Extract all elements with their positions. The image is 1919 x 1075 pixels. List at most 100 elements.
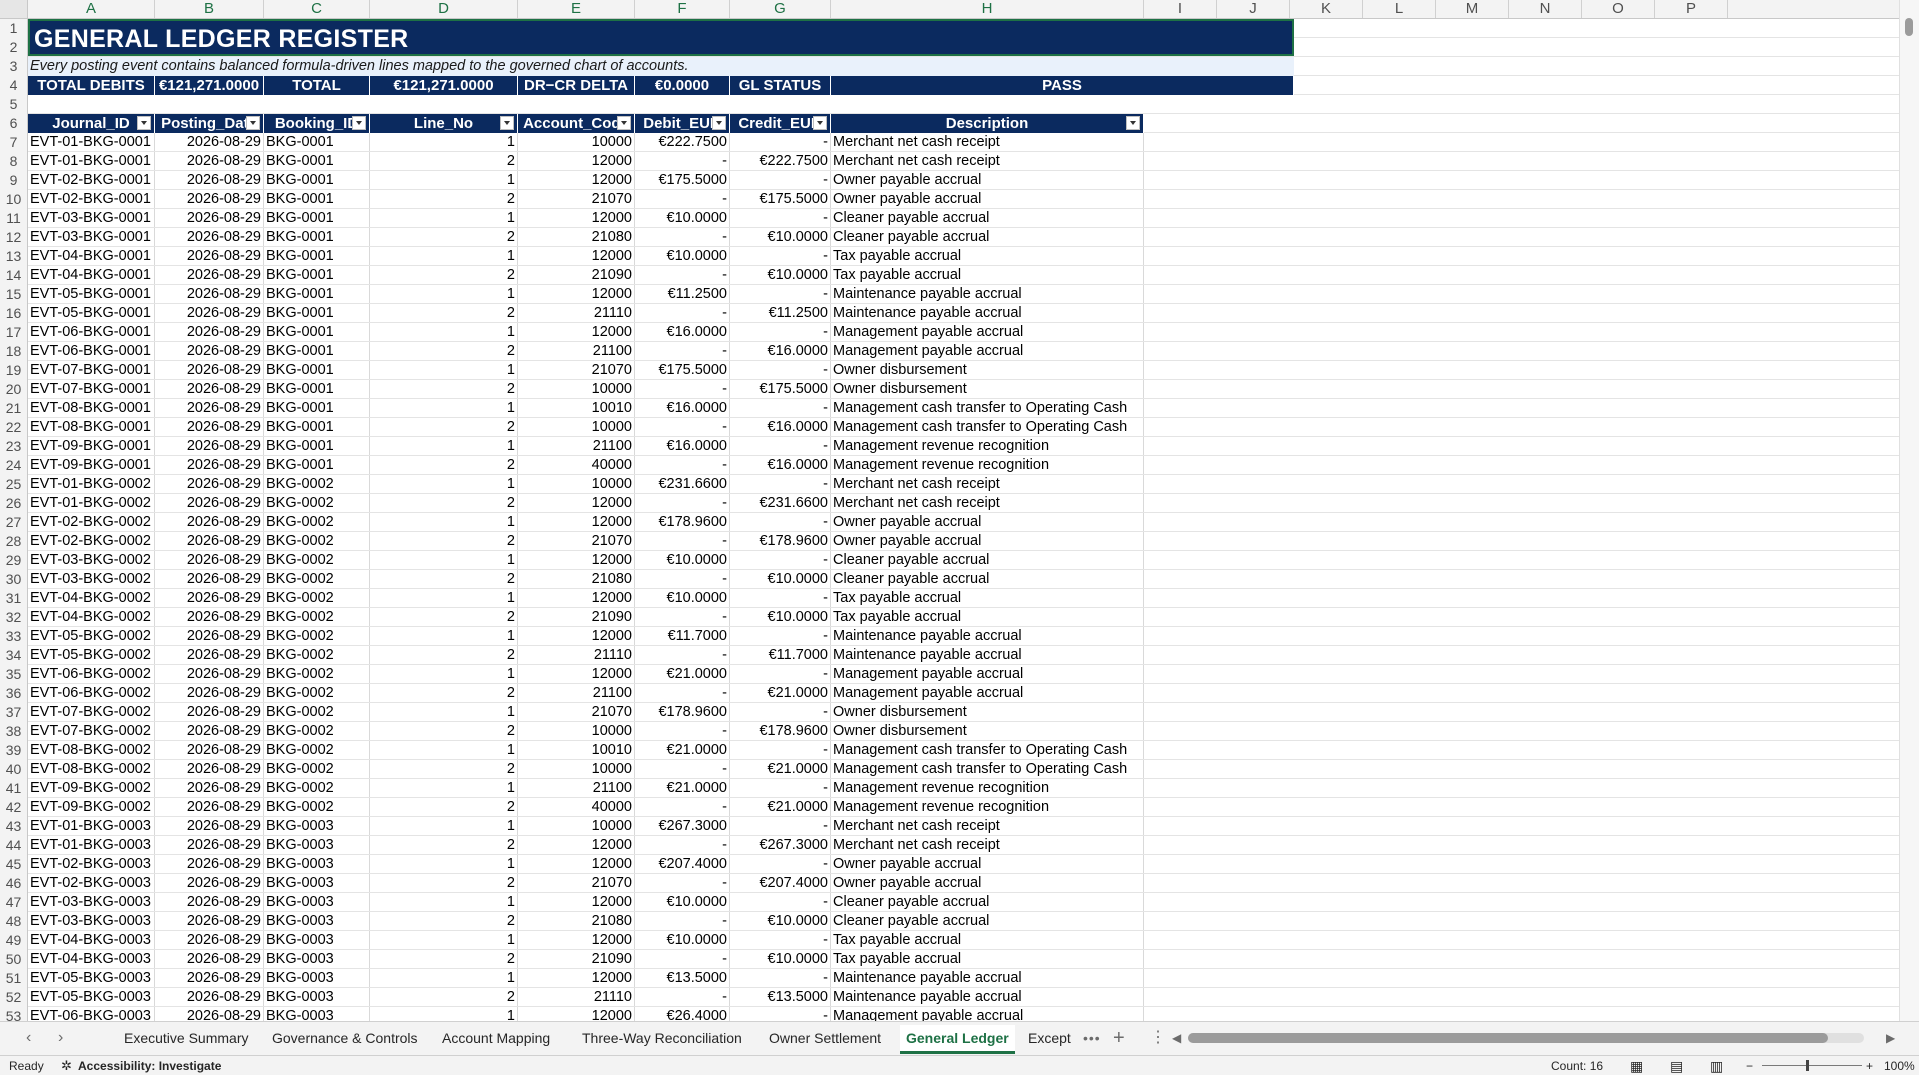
cell-line-no[interactable]: 1 xyxy=(370,931,518,949)
cell-account-code[interactable]: 21110 xyxy=(518,304,635,322)
cell-journal-id[interactable]: EVT-01-BKG-0003 xyxy=(28,817,155,835)
cell-description[interactable]: Owner payable accrual xyxy=(831,855,1144,873)
cell-posting-date[interactable]: 2026-08-29 xyxy=(155,494,264,512)
cell-line-no[interactable]: 1 xyxy=(370,513,518,531)
cell-journal-id[interactable]: EVT-01-BKG-0003 xyxy=(28,836,155,854)
row-header[interactable]: 50 xyxy=(0,950,27,969)
cell-description[interactable]: Tax payable accrual xyxy=(831,247,1144,265)
column-header-g[interactable]: G xyxy=(730,0,831,18)
cell-credit-eur[interactable]: €16.0000 xyxy=(730,456,831,474)
cell-posting-date[interactable]: 2026-08-29 xyxy=(155,247,264,265)
cell-booking-id[interactable]: BKG-0001 xyxy=(264,152,370,170)
worksheet-grid[interactable]: GENERAL LEDGER REGISTER Every posting ev… xyxy=(28,19,1900,1021)
cell-description[interactable]: Cleaner payable accrual xyxy=(831,209,1144,227)
row-header[interactable]: 53 xyxy=(0,1007,27,1021)
cell-debit-eur[interactable]: €178.9600 xyxy=(635,513,730,531)
cell-debit-eur[interactable]: - xyxy=(635,456,730,474)
column-header-h[interactable]: H xyxy=(831,0,1144,18)
cell-posting-date[interactable]: 2026-08-29 xyxy=(155,646,264,664)
cell-line-no[interactable]: 2 xyxy=(370,190,518,208)
cell-description[interactable]: Owner disbursement xyxy=(831,380,1144,398)
row-header[interactable]: 42 xyxy=(0,798,27,817)
sheet-tab-governance-controls[interactable]: Governance & Controls xyxy=(266,1025,424,1051)
row-header[interactable]: 18 xyxy=(0,342,27,361)
table-header-journal-id[interactable]: Journal_ID xyxy=(28,114,155,133)
cell-journal-id[interactable]: EVT-01-BKG-0001 xyxy=(28,133,155,151)
cell-debit-eur[interactable]: - xyxy=(635,228,730,246)
cell-booking-id[interactable]: BKG-0002 xyxy=(264,589,370,607)
cell-posting-date[interactable]: 2026-08-29 xyxy=(155,380,264,398)
row-header[interactable]: 15 xyxy=(0,285,27,304)
cell-journal-id[interactable]: EVT-02-BKG-0003 xyxy=(28,855,155,873)
sheet-tab-account-mapping[interactable]: Account Mapping xyxy=(436,1025,556,1051)
cell-booking-id[interactable]: BKG-0002 xyxy=(264,646,370,664)
row-header[interactable]: 27 xyxy=(0,513,27,532)
cell-journal-id[interactable]: EVT-03-BKG-0002 xyxy=(28,551,155,569)
row-header[interactable]: 33 xyxy=(0,627,27,646)
cell-debit-eur[interactable]: €10.0000 xyxy=(635,551,730,569)
cell-description[interactable]: Management payable accrual xyxy=(831,342,1144,360)
cell-account-code[interactable]: 21110 xyxy=(518,646,635,664)
cell-posting-date[interactable]: 2026-08-29 xyxy=(155,589,264,607)
cell-posting-date[interactable]: 2026-08-29 xyxy=(155,399,264,417)
row-header[interactable]: 16 xyxy=(0,304,27,323)
row-header[interactable]: 23 xyxy=(0,437,27,456)
cell-posting-date[interactable]: 2026-08-29 xyxy=(155,551,264,569)
vertical-scrollbar[interactable] xyxy=(1899,0,1919,1021)
table-header-credit-eur[interactable]: Credit_EUR xyxy=(730,114,831,133)
table-header-booking-id[interactable]: Booking_ID xyxy=(264,114,370,133)
cell-account-code[interactable]: 12000 xyxy=(518,665,635,683)
row-header[interactable]: 30 xyxy=(0,570,27,589)
cell-account-code[interactable]: 12000 xyxy=(518,836,635,854)
cell-booking-id[interactable]: BKG-0002 xyxy=(264,703,370,721)
cell-line-no[interactable]: 2 xyxy=(370,988,518,1006)
cell-journal-id[interactable]: EVT-05-BKG-0001 xyxy=(28,304,155,322)
cell-account-code[interactable]: 40000 xyxy=(518,798,635,816)
cell-booking-id[interactable]: BKG-0001 xyxy=(264,380,370,398)
row-header[interactable]: 28 xyxy=(0,532,27,551)
sheet-tab-owner-settlement[interactable]: Owner Settlement xyxy=(763,1025,887,1051)
cell-credit-eur[interactable]: - xyxy=(730,513,831,531)
cell-description[interactable]: Merchant net cash receipt xyxy=(831,494,1144,512)
cell-debit-eur[interactable]: - xyxy=(635,836,730,854)
filter-dropdown-icon[interactable] xyxy=(500,116,514,130)
cell-debit-eur[interactable]: €11.7000 xyxy=(635,627,730,645)
cell-debit-eur[interactable]: €16.0000 xyxy=(635,399,730,417)
cell-booking-id[interactable]: BKG-0003 xyxy=(264,874,370,892)
cell-journal-id[interactable]: EVT-06-BKG-0001 xyxy=(28,323,155,341)
cell-journal-id[interactable]: EVT-03-BKG-0003 xyxy=(28,893,155,911)
cell-journal-id[interactable]: EVT-02-BKG-0003 xyxy=(28,874,155,892)
row-header[interactable]: 38 xyxy=(0,722,27,741)
cell-journal-id[interactable]: EVT-05-BKG-0002 xyxy=(28,646,155,664)
cell-posting-date[interactable]: 2026-08-29 xyxy=(155,1007,264,1021)
cell-journal-id[interactable]: EVT-06-BKG-0002 xyxy=(28,665,155,683)
cell-account-code[interactable]: 21100 xyxy=(518,779,635,797)
row-header[interactable]: 47 xyxy=(0,893,27,912)
column-header-e[interactable]: E xyxy=(518,0,635,18)
cell-booking-id[interactable]: BKG-0002 xyxy=(264,798,370,816)
cell-debit-eur[interactable]: €267.3000 xyxy=(635,817,730,835)
cell-line-no[interactable]: 1 xyxy=(370,133,518,151)
cell-journal-id[interactable]: EVT-06-BKG-0001 xyxy=(28,342,155,360)
cell-description[interactable]: Tax payable accrual xyxy=(831,950,1144,968)
cell-posting-date[interactable]: 2026-08-29 xyxy=(155,437,264,455)
cell-credit-eur[interactable]: €10.0000 xyxy=(730,266,831,284)
filter-dropdown-icon[interactable] xyxy=(712,116,726,130)
cell-credit-eur[interactable]: - xyxy=(730,589,831,607)
cell-description[interactable]: Owner payable accrual xyxy=(831,513,1144,531)
cell-description[interactable]: Cleaner payable accrual xyxy=(831,228,1144,246)
cell-posting-date[interactable]: 2026-08-29 xyxy=(155,912,264,930)
cell-description[interactable]: Management cash transfer to Operating Ca… xyxy=(831,741,1144,759)
row-header[interactable]: 52 xyxy=(0,988,27,1007)
table-header-account-code[interactable]: Account_Code xyxy=(518,114,635,133)
cell-account-code[interactable]: 12000 xyxy=(518,152,635,170)
cell-description[interactable]: Management payable accrual xyxy=(831,684,1144,702)
cell-account-code[interactable]: 10000 xyxy=(518,418,635,436)
cell-booking-id[interactable]: BKG-0002 xyxy=(264,513,370,531)
cell-booking-id[interactable]: BKG-0001 xyxy=(264,285,370,303)
row-header[interactable]: 46 xyxy=(0,874,27,893)
cell-description[interactable]: Owner payable accrual xyxy=(831,874,1144,892)
row-header[interactable]: 22 xyxy=(0,418,27,437)
cell-description[interactable]: Merchant net cash receipt xyxy=(831,475,1144,493)
cell-posting-date[interactable]: 2026-08-29 xyxy=(155,152,264,170)
